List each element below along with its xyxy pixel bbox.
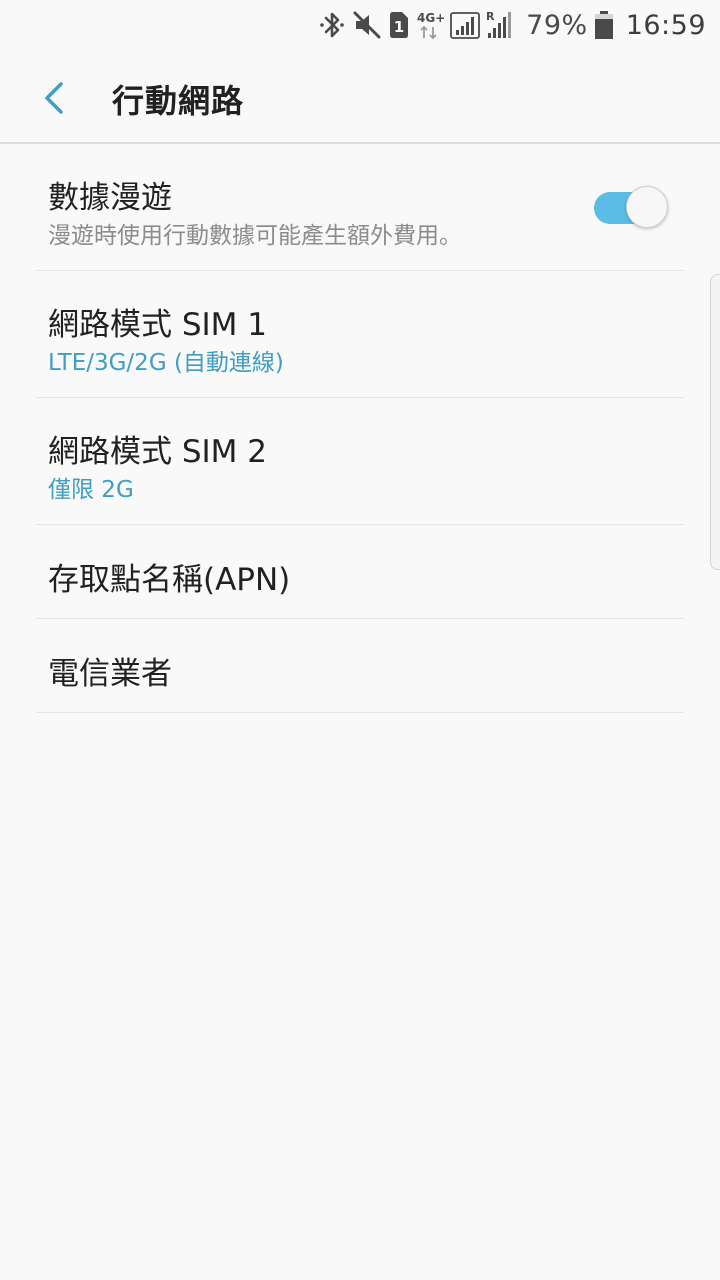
status-icons: 1 4G+ R 79% 16:59 <box>312 0 706 50</box>
edge-panel-handle[interactable] <box>710 274 720 570</box>
roaming-indicator-text: R <box>486 10 495 23</box>
roaming-signal-icon: R <box>486 9 512 41</box>
setting-summary: LTE/3G/2G (自動連線) <box>48 350 284 376</box>
4g-plus-icon: 4G+ <box>416 9 444 41</box>
setting-network-mode-sim2[interactable]: 網路模式 SIM 2 僅限 2G <box>36 398 684 525</box>
screen: 1 4G+ R 79% 16:59 行動網路 數據漫遊 漫遊時使用行動數據可能產… <box>0 0 720 1280</box>
settings-list: 數據漫遊 漫遊時使用行動數據可能產生額外費用。 網路模式 SIM 1 LTE/3… <box>36 144 684 713</box>
setting-title: 存取點名稱(APN) <box>48 562 291 598</box>
clock: 16:59 <box>625 9 706 41</box>
bluetooth-icon <box>318 9 346 41</box>
setting-apn[interactable]: 存取點名稱(APN) <box>36 525 684 619</box>
network-type-text: 4G+ <box>417 11 444 25</box>
setting-title: 網路模式 SIM 1 <box>48 307 267 343</box>
setting-title: 數據漫遊 <box>48 180 172 216</box>
sim-1-icon: 1 <box>388 11 410 39</box>
back-button[interactable] <box>26 70 82 126</box>
setting-carriers[interactable]: 電信業者 <box>36 619 684 713</box>
back-arrow-icon <box>45 82 63 114</box>
page-title: 行動網路 <box>112 82 245 120</box>
battery-icon <box>594 10 614 40</box>
sim-badge-text: 1 <box>394 18 404 36</box>
battery-percent: 79% <box>526 9 588 41</box>
status-bar: 1 4G+ R 79% 16:59 <box>0 0 720 50</box>
data-roaming-toggle[interactable] <box>592 186 668 228</box>
setting-title: 電信業者 <box>48 656 172 692</box>
setting-network-mode-sim1[interactable]: 網路模式 SIM 1 LTE/3G/2G (自動連線) <box>36 271 684 398</box>
toggle-thumb <box>626 186 668 228</box>
setting-summary: 僅限 2G <box>48 477 134 503</box>
signal-icon <box>450 10 481 40</box>
setting-summary: 漫遊時使用行動數據可能產生額外費用。 <box>48 223 462 249</box>
app-bar: 行動網路 <box>0 50 720 144</box>
setting-data-roaming[interactable]: 數據漫遊 漫遊時使用行動數據可能產生額外費用。 <box>36 144 684 271</box>
setting-title: 網路模式 SIM 2 <box>48 434 267 470</box>
mute-icon <box>352 10 382 40</box>
